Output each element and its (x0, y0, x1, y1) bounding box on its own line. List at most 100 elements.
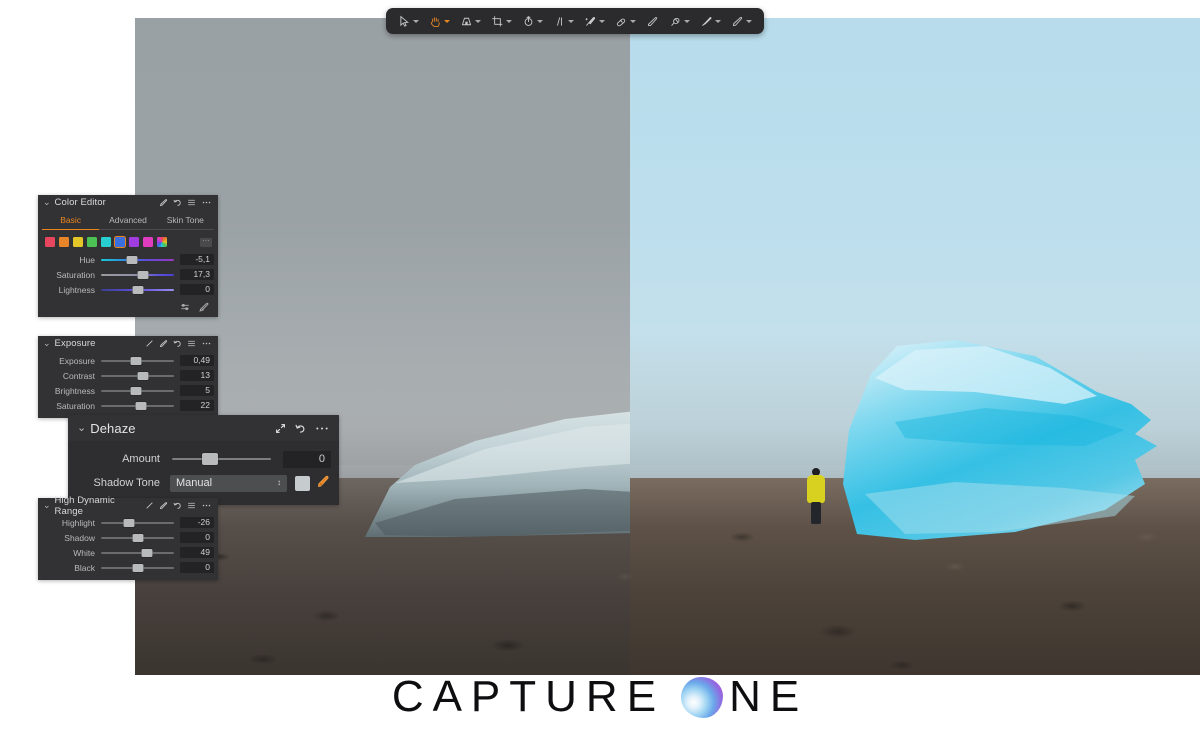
black-slider-track[interactable] (101, 563, 174, 572)
hue-slider-track[interactable] (101, 255, 174, 264)
swatch-yellow[interactable] (73, 237, 83, 247)
high-dynamic-range-panel[interactable]: ⌄ High Dynamic Range Highlight -26 Shado… (38, 495, 218, 580)
chevron-down-icon[interactable] (413, 19, 419, 23)
shadow-slider-track[interactable] (101, 533, 174, 542)
lightness-slider-track[interactable] (101, 285, 174, 294)
more-swatches-button[interactable]: ⋯ (200, 237, 212, 247)
dehaze-amount-knob[interactable] (201, 453, 218, 465)
reset-arrow-icon[interactable] (295, 423, 306, 434)
color-picker-icon[interactable] (159, 501, 168, 510)
highlight-slider-knob[interactable] (123, 518, 135, 527)
dehaze-amount-row[interactable]: Amount 0 (68, 447, 339, 471)
brush-icon[interactable] (145, 501, 154, 510)
white-value[interactable]: 49 (180, 547, 214, 558)
exposure-saturation-value[interactable]: 22 (180, 400, 214, 411)
swatch-blue[interactable] (113, 235, 127, 249)
brightness-slider-track[interactable] (101, 386, 174, 395)
shadow-slider-knob[interactable] (132, 533, 143, 542)
saturation-slider-track[interactable] (101, 270, 174, 279)
color-picker-icon[interactable] (198, 301, 210, 315)
color-swatch-row[interactable]: ⋯ (38, 230, 218, 252)
hamburger-menu-icon[interactable] (187, 198, 196, 207)
saturation-slider-knob[interactable] (137, 270, 149, 279)
chevron-down-icon[interactable] (746, 19, 752, 23)
saturation-value[interactable]: 17,3 (180, 269, 214, 280)
highlight-slider-track[interactable] (101, 518, 174, 527)
contrast-value[interactable]: 13 (180, 370, 214, 381)
swatch-purple[interactable] (129, 237, 139, 247)
swatch-magenta[interactable] (143, 237, 153, 247)
swatch-green[interactable] (87, 237, 97, 247)
tab-basic[interactable]: Basic (42, 212, 100, 230)
clone-tool[interactable] (665, 13, 694, 30)
chevron-down-icon[interactable] (506, 19, 512, 23)
chevron-down-icon[interactable]: ⌄ (43, 501, 51, 510)
color-editor-footer[interactable] (38, 297, 218, 317)
contrast-slider-knob[interactable] (137, 371, 149, 380)
color-editor-tabs[interactable]: Basic Advanced Skin Tone (38, 212, 218, 230)
black-value[interactable]: 0 (180, 562, 214, 573)
swatch-orange[interactable] (59, 237, 69, 247)
chevron-down-icon[interactable] (715, 19, 721, 23)
lightness-value[interactable]: 0 (180, 284, 214, 295)
rotate-tool[interactable] (518, 13, 547, 30)
shadow-tone-row[interactable]: Shadow Tone Manual ↕ (68, 471, 339, 495)
brightness-slider-row[interactable]: Brightness 5 (38, 383, 218, 398)
lightness-slider-knob[interactable] (132, 285, 143, 294)
hdr-header[interactable]: ⌄ High Dynamic Range (38, 495, 218, 517)
highlight-slider-row[interactable]: Highlight -26 (38, 515, 218, 530)
ellipsis-menu-icon[interactable] (315, 423, 329, 434)
hue-slider-row[interactable]: Hue -5,1 (38, 252, 218, 267)
lightness-slider-row[interactable]: Lightness 0 (38, 282, 218, 297)
chevron-down-icon[interactable] (684, 19, 690, 23)
draw-mask-tool[interactable] (727, 13, 756, 30)
reset-arrow-icon[interactable] (173, 339, 182, 348)
white-slider-knob[interactable] (141, 548, 153, 557)
chevron-down-icon[interactable]: ⌄ (43, 198, 51, 207)
exposure-saturation-slider-knob[interactable] (135, 401, 147, 410)
swatch-red[interactable] (45, 237, 55, 247)
dehaze-amount-track[interactable] (172, 453, 271, 465)
exposure-panel[interactable]: ⌄ Exposure Exposure 0,49 Contrast 13 Bri… (38, 336, 218, 418)
crop-tool[interactable] (487, 13, 516, 30)
white-slider-row[interactable]: White 49 (38, 545, 218, 560)
reset-arrow-icon[interactable] (173, 198, 182, 207)
contrast-slider-row[interactable]: Contrast 13 (38, 368, 218, 383)
chevron-down-icon[interactable]: ⌄ (77, 422, 86, 434)
hamburger-menu-icon[interactable] (187, 501, 196, 510)
exposure-slider-knob[interactable] (130, 356, 142, 365)
shadow-tone-select[interactable]: Manual ↕ (170, 474, 287, 492)
ellipsis-menu-icon[interactable] (201, 339, 212, 348)
ellipsis-menu-icon[interactable] (201, 501, 212, 510)
chevron-down-icon[interactable] (568, 19, 574, 23)
brightness-value[interactable]: 5 (180, 385, 214, 396)
tab-advanced[interactable]: Advanced (99, 212, 157, 230)
exposure-value[interactable]: 0,49 (180, 355, 214, 366)
exposure-saturation-slider-row[interactable]: Saturation 22 (38, 398, 218, 413)
tools-toolbar[interactable] (386, 8, 764, 34)
chevron-down-icon[interactable] (599, 19, 605, 23)
keystone-tool[interactable] (456, 13, 485, 30)
color-picker-icon[interactable] (159, 339, 168, 348)
exposure-slider-row[interactable]: Exposure 0,49 (38, 353, 218, 368)
white-slider-track[interactable] (101, 548, 174, 557)
saturation-slider-row[interactable]: Saturation 17,3 (38, 267, 218, 282)
swatch-rainbow[interactable] (157, 237, 167, 247)
black-slider-knob[interactable] (132, 563, 143, 572)
heal-tool[interactable] (611, 13, 640, 30)
dehaze-amount-value[interactable]: 0 (283, 450, 331, 468)
shadow-slider-row[interactable]: Shadow 0 (38, 530, 218, 545)
chevron-down-icon[interactable]: ⌄ (43, 339, 51, 348)
color-editor-panel[interactable]: ⌄ Color Editor Basic Advanced Skin Tone … (38, 195, 218, 317)
spot-removal-tool[interactable] (580, 13, 609, 30)
tab-skin-tone[interactable]: Skin Tone (156, 212, 214, 230)
black-slider-row[interactable]: Black 0 (38, 560, 218, 575)
hue-value[interactable]: -5,1 (180, 254, 214, 265)
swatch-cyan[interactable] (101, 237, 111, 247)
pan-hand-tool[interactable] (425, 13, 454, 30)
exposure-slider-track[interactable] (101, 356, 174, 365)
brightness-slider-knob[interactable] (130, 386, 142, 395)
fill-mask-tool[interactable] (696, 13, 725, 30)
eyedropper-icon[interactable] (316, 474, 331, 492)
dehaze-panel[interactable]: ⌄ Dehaze Amount 0 Shadow Tone Manual ↕ (68, 415, 339, 505)
